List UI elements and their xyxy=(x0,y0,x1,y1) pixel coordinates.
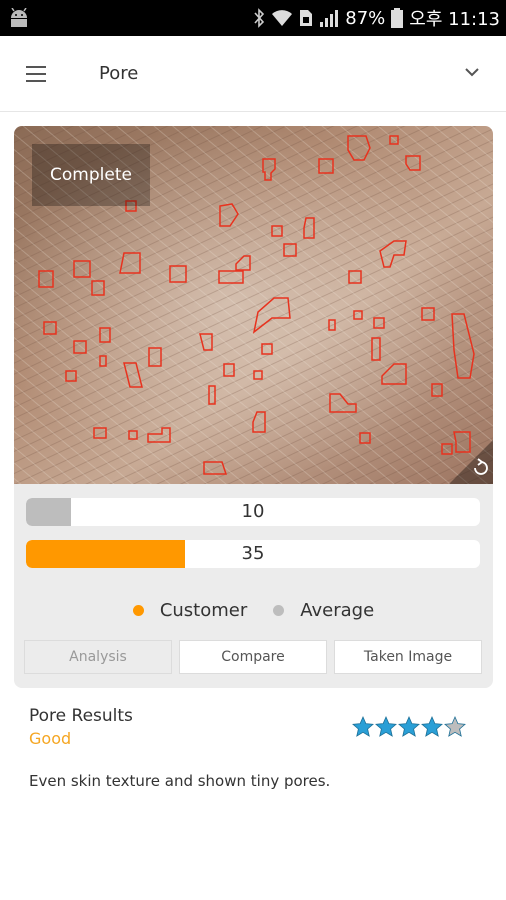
customer-dot-icon xyxy=(132,605,144,616)
star-filled-icon xyxy=(398,716,420,737)
status-bar: 87% 오후 11:13 xyxy=(0,0,506,36)
rating-stars xyxy=(352,716,466,738)
results-heading: Pore Results xyxy=(29,706,133,726)
score-legend: Customer Average xyxy=(14,600,493,621)
android-icon xyxy=(11,8,27,27)
wifi-icon xyxy=(272,10,293,26)
signal-icon xyxy=(320,10,339,27)
pore-results: Pore Results Good xyxy=(29,706,133,748)
battery-icon xyxy=(391,8,404,28)
bluetooth-icon xyxy=(254,8,265,28)
results-description: Even skin texture and shown tiny pores. xyxy=(29,772,331,790)
star-filled-icon xyxy=(421,716,443,737)
tab-compare[interactable]: Compare xyxy=(179,640,327,674)
legend-average: Average xyxy=(273,600,374,621)
analysis-status-overlay: Complete xyxy=(32,144,150,206)
star-empty-icon xyxy=(444,716,466,737)
hamburger-menu-icon[interactable] xyxy=(26,66,46,82)
sim-icon xyxy=(300,10,313,26)
page-title: Pore xyxy=(99,63,139,84)
refresh-icon[interactable] xyxy=(449,440,493,484)
average-score-value: 10 xyxy=(241,501,265,522)
average-dot-icon xyxy=(273,605,285,616)
tab-analysis[interactable]: Analysis xyxy=(24,640,172,674)
app-toolbar: Pore xyxy=(0,36,506,112)
star-filled-icon xyxy=(352,716,374,737)
clock: 오후 11:13 xyxy=(409,9,500,30)
legend-customer-label: Customer xyxy=(159,600,248,621)
battery-percent: 87% xyxy=(345,7,386,29)
analysis-card: Complete 10 35 Customer Average Analysis… xyxy=(14,126,493,688)
average-score-bar: 10 xyxy=(26,498,480,526)
star-filled-icon xyxy=(375,716,397,737)
customer-score-value: 35 xyxy=(241,543,265,564)
view-tabs: Analysis Compare Taken Image xyxy=(24,640,482,674)
legend-average-label: Average xyxy=(300,600,375,621)
results-grade: Good xyxy=(29,729,72,748)
customer-score-bar: 35 xyxy=(26,540,480,568)
legend-customer: Customer xyxy=(132,600,248,621)
chevron-down-icon[interactable] xyxy=(464,66,480,78)
tab-taken-image[interactable]: Taken Image xyxy=(334,640,482,674)
